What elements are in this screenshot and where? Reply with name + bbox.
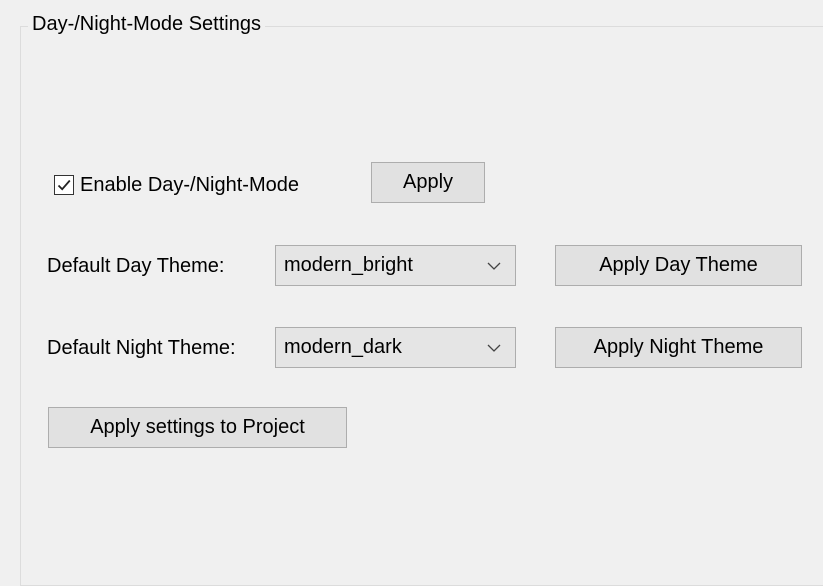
night-theme-select[interactable]: modern_dark xyxy=(275,327,516,368)
day-theme-select-value: modern_bright xyxy=(284,254,413,276)
apply-night-theme-button[interactable]: Apply Night Theme xyxy=(555,327,802,368)
day-night-settings-groupbox xyxy=(20,26,823,586)
default-day-theme-label: Default Day Theme: xyxy=(47,255,225,277)
enable-day-night-label[interactable]: Enable Day-/Night-Mode xyxy=(80,174,299,197)
chevron-down-icon xyxy=(487,343,501,353)
enable-day-night-checkbox[interactable] xyxy=(54,175,74,195)
day-theme-select[interactable]: modern_bright xyxy=(275,245,516,286)
groupbox-title: Day-/Night-Mode Settings xyxy=(28,11,265,37)
enable-day-night-checkbox-row[interactable]: Enable Day-/Night-Mode xyxy=(54,170,299,200)
apply-day-theme-button[interactable]: Apply Day Theme xyxy=(555,245,802,286)
night-theme-select-value: modern_dark xyxy=(284,336,402,358)
default-night-theme-label: Default Night Theme: xyxy=(47,337,236,359)
apply-settings-to-project-button[interactable]: Apply settings to Project xyxy=(48,407,347,448)
apply-button[interactable]: Apply xyxy=(371,162,485,203)
chevron-down-icon xyxy=(487,261,501,271)
check-icon xyxy=(56,177,72,193)
